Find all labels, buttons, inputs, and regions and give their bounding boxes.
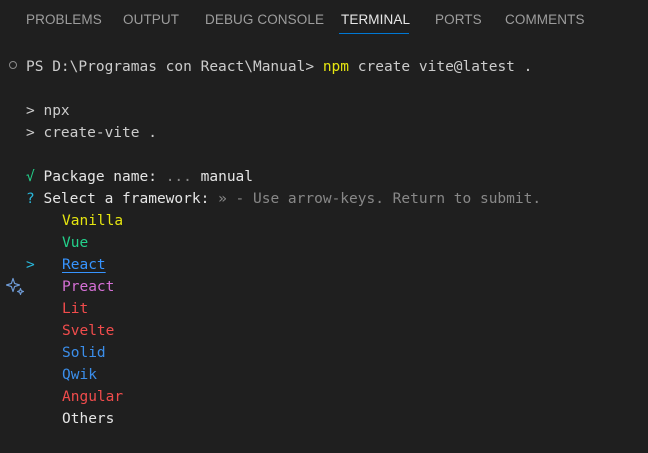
- check-mark-icon: √: [26, 169, 35, 185]
- framework-option-solid[interactable]: Solid: [62, 343, 106, 363]
- framework-hint: » - Use arrow-keys. Return to submit.: [218, 191, 542, 207]
- question-mark-icon: ?: [26, 191, 35, 207]
- package-label: Package name:: [43, 169, 157, 185]
- command-args: create vite@latest .: [357, 59, 533, 75]
- package-name-line: √ Package name: ... manual: [26, 167, 253, 187]
- framework-option-svelte[interactable]: Svelte: [62, 321, 114, 341]
- package-ellipsis: ...: [165, 169, 192, 185]
- framework-option-preact[interactable]: Preact: [62, 277, 114, 297]
- terminal-output[interactable]: PS D:\Programas con React\Manual> npm cr…: [0, 0, 648, 453]
- command-npm: npm: [322, 59, 350, 75]
- npx-prefix: >: [26, 103, 35, 119]
- framework-option-others[interactable]: Others: [62, 409, 114, 429]
- selection-pointer-icon: >: [26, 257, 35, 273]
- framework-option-qwik[interactable]: Qwik: [62, 365, 97, 385]
- create-prefix: >: [26, 125, 35, 141]
- prompt-line: PS D:\Programas con React\Manual> npm cr…: [26, 57, 532, 77]
- create-text: create-vite .: [43, 125, 157, 141]
- create-vite-line: > create-vite .: [26, 123, 157, 143]
- package-value: manual: [200, 169, 254, 185]
- framework-label: Select a framework:: [43, 191, 210, 207]
- framework-option-angular[interactable]: Angular: [62, 387, 123, 407]
- framework-option-react[interactable]: React: [62, 255, 106, 275]
- framework-option-lit[interactable]: Lit: [62, 299, 88, 319]
- command-decoration-circle-icon[interactable]: [9, 61, 17, 69]
- framework-question-line: ? Select a framework: » - Use arrow-keys…: [26, 189, 541, 209]
- sparkle-icon[interactable]: [6, 277, 25, 296]
- npx-text: npx: [43, 103, 70, 119]
- framework-option-vanilla[interactable]: Vanilla: [62, 211, 123, 231]
- prompt-text: PS D:\Programas con React\Manual>: [26, 59, 315, 75]
- framework-option-vue[interactable]: Vue: [62, 233, 88, 253]
- npx-line: > npx: [26, 101, 70, 121]
